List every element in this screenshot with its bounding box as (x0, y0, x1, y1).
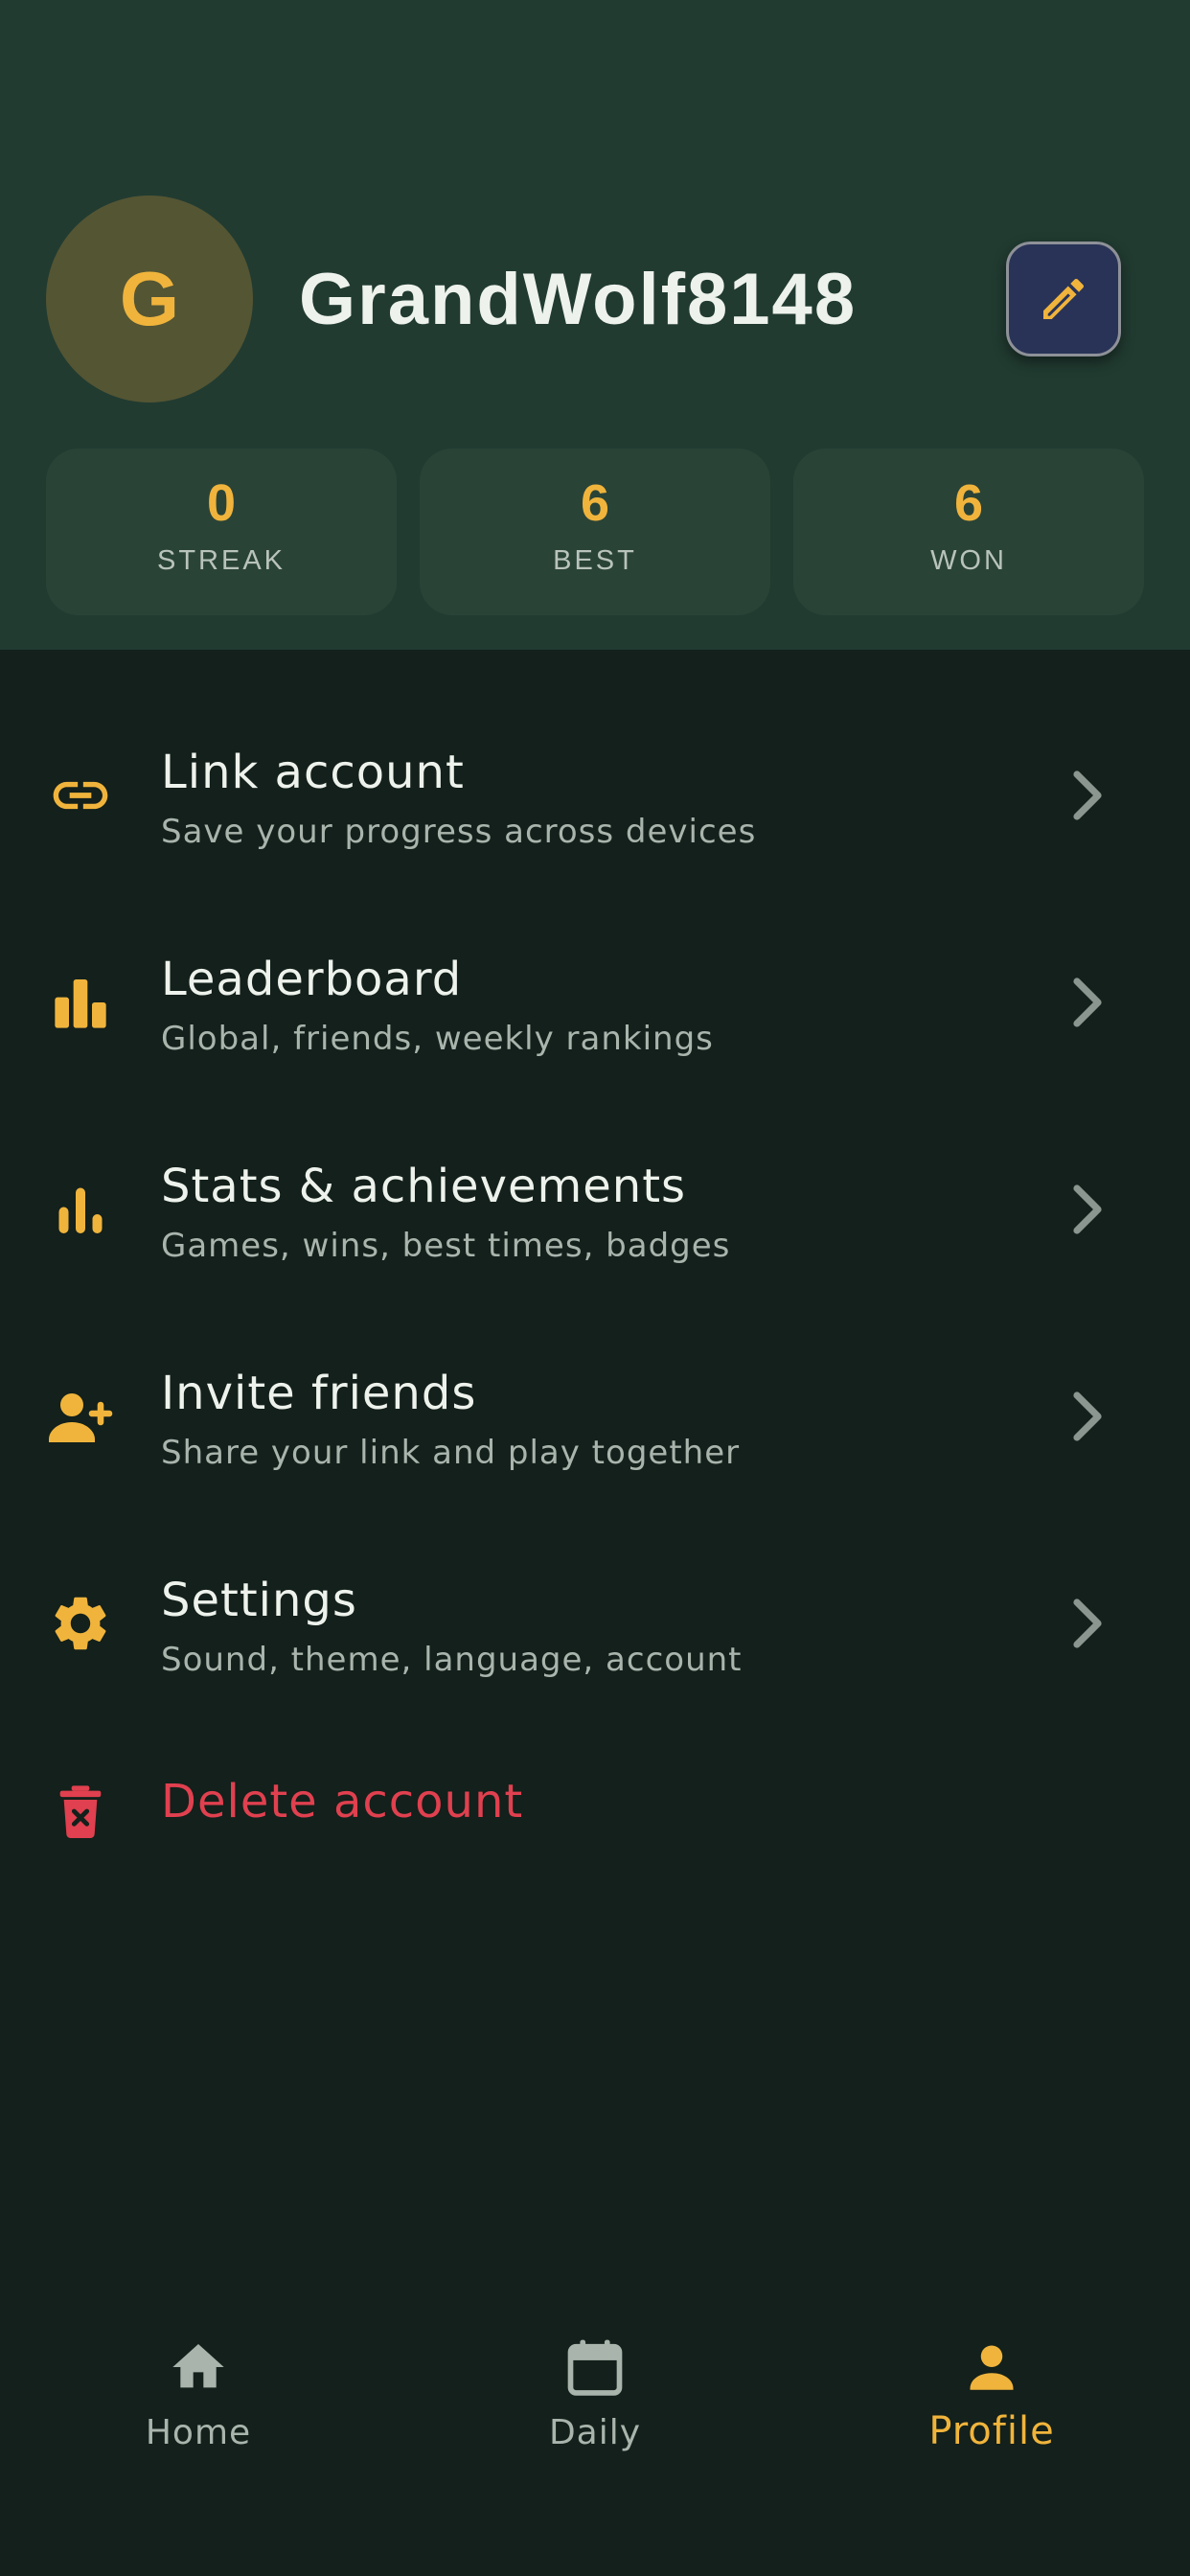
edit-profile-button[interactable] (1006, 242, 1121, 356)
chevron-right-icon (1069, 1390, 1108, 1443)
menu-item-title: Link account (161, 746, 465, 799)
stat-card-won: 6 WON (793, 448, 1144, 615)
chevron-right-icon (1069, 1597, 1108, 1650)
avatar: G (46, 196, 253, 402)
menu-item-leaderboard[interactable]: Leaderboard Global, friends, weekly rank… (0, 903, 1190, 1110)
stat-value: 6 (580, 474, 610, 532)
nav-item-daily[interactable]: Daily (397, 2288, 793, 2480)
menu-item-title: Settings (161, 1574, 357, 1627)
stat-card-best: 6 BEST (420, 448, 770, 615)
delete-account-button[interactable]: Delete account (0, 1715, 1190, 1907)
home-icon (164, 2333, 233, 2402)
leaderboard-icon (46, 968, 115, 1037)
gear-icon (46, 1589, 115, 1658)
menu-item-subtitle: Share your link and play together (161, 1434, 741, 1472)
nav-item-profile[interactable]: Profile (793, 2288, 1190, 2480)
nav-label: Daily (548, 2413, 642, 2452)
menu-item-link-account[interactable]: Link account Save your progress across d… (0, 696, 1190, 903)
menu-item-invite-friends[interactable]: Invite friends Share your link and play … (0, 1317, 1190, 1524)
stat-value: 0 (206, 474, 237, 532)
pencil-icon (1043, 278, 1085, 319)
username: GrandWolf8148 (299, 258, 858, 340)
chevron-right-icon (1069, 1183, 1108, 1236)
chevron-right-icon (1069, 976, 1108, 1029)
menu-item-subtitle: Sound, theme, language, account (161, 1641, 743, 1679)
bottom-navigation: Home Daily Profile (0, 2288, 1190, 2576)
profile-screen: G GrandWolf8148 0 STREAK 6 BEST 6 WON Li… (0, 0, 1190, 2576)
menu-item-settings[interactable]: Settings Sound, theme, language, account (0, 1524, 1190, 1731)
menu-item-stats-achievements[interactable]: Stats & achievements Games, wins, best t… (0, 1110, 1190, 1317)
menu-item-subtitle: Games, wins, best times, badges (161, 1227, 731, 1265)
stat-label: BEST (553, 545, 637, 577)
delete-account-label: Delete account (161, 1775, 524, 1828)
bar-chart-icon (46, 1175, 115, 1244)
menu-item-title: Stats & achievements (161, 1160, 687, 1213)
chevron-right-icon (1069, 769, 1108, 822)
menu-item-title: Invite friends (161, 1367, 477, 1420)
profile-header: G GrandWolf8148 0 STREAK 6 BEST 6 WON (0, 0, 1190, 650)
stat-value: 6 (953, 474, 984, 532)
person-add-icon (46, 1382, 115, 1451)
stat-card-streak: 0 STREAK (46, 448, 397, 615)
trash-icon (46, 1777, 115, 1846)
nav-label: Profile (928, 2409, 1055, 2453)
menu-item-title: Leaderboard (161, 953, 463, 1006)
menu-item-subtitle: Save your progress across devices (161, 813, 757, 851)
nav-label: Home (145, 2413, 252, 2452)
stat-label: WON (930, 545, 1007, 577)
menu-item-subtitle: Global, friends, weekly rankings (161, 1020, 714, 1058)
calendar-icon (561, 2333, 629, 2402)
link-icon (46, 761, 115, 830)
person-icon (957, 2333, 1026, 2402)
nav-item-home[interactable]: Home (0, 2288, 397, 2480)
stat-label: STREAK (156, 545, 286, 577)
